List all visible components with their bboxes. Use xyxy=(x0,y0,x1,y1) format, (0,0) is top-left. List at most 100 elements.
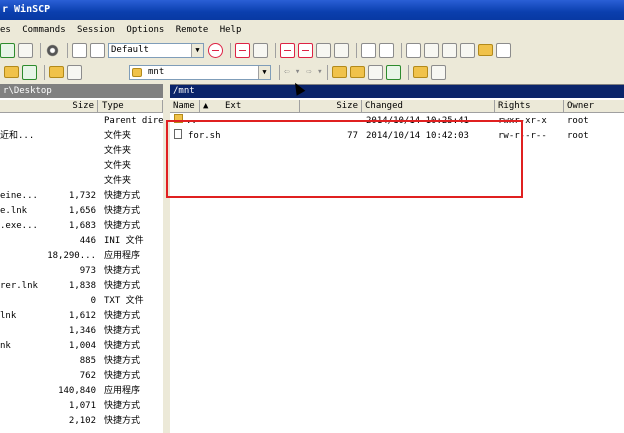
table-row[interactable]: 446 INI 文件 xyxy=(0,234,163,249)
main-toolbar: Default ▼ xyxy=(0,40,624,60)
column-ext[interactable]: Ext xyxy=(222,100,300,113)
new-folder-icon[interactable] xyxy=(478,44,493,56)
bookmark-icon[interactable] xyxy=(412,66,428,78)
file-type: 快捷方式 xyxy=(104,191,141,201)
file-type: 文件夹 xyxy=(104,161,132,171)
reload-icon[interactable] xyxy=(334,42,349,58)
refresh-remote-icon[interactable] xyxy=(385,64,401,80)
menu-item-commands[interactable]: Commands xyxy=(22,25,65,35)
column-changed[interactable]: Changed xyxy=(362,100,495,113)
window-title: r WinSCP xyxy=(2,4,51,15)
table-row[interactable]: 近和... 文件夹 xyxy=(0,129,163,144)
file-type: 快捷方式 xyxy=(104,281,141,291)
add-icon[interactable] xyxy=(235,42,250,58)
file-size: 885 xyxy=(79,356,96,366)
table-row[interactable]: e.lnk 1,656 快捷方式 xyxy=(0,204,163,219)
column-name[interactable]: Name xyxy=(170,100,200,113)
column-size[interactable]: Size xyxy=(0,100,98,113)
rename-icon[interactable] xyxy=(442,42,457,58)
parent-folder-icon[interactable] xyxy=(4,66,19,78)
file-type: 文件夹 xyxy=(104,176,132,186)
remote-location-select[interactable]: mnt ▼ xyxy=(129,64,271,80)
file-size: 1,071 xyxy=(68,401,96,411)
remove-icon[interactable] xyxy=(253,42,268,58)
chevron-down-icon[interactable]: ▼ xyxy=(258,65,270,79)
file-size: 1,683 xyxy=(68,221,96,231)
toolbar-separator xyxy=(356,42,357,58)
menu-item-sessions[interactable]: es xyxy=(0,25,11,35)
copy-options-icon[interactable] xyxy=(90,42,105,58)
edit-icon[interactable] xyxy=(406,42,421,58)
back-icon[interactable]: ⇦ ▾ xyxy=(284,67,300,77)
chevron-down-icon[interactable]: ▼ xyxy=(191,43,203,57)
table-row[interactable]: 885 快捷方式 xyxy=(0,354,163,369)
table-row[interactable]: .exe... 1,683 快捷方式 xyxy=(0,219,163,234)
file-owner: root xyxy=(567,116,589,126)
table-row[interactable]: 文件夹 xyxy=(0,144,163,159)
transfer-profile-value: Default xyxy=(111,45,149,55)
table-row[interactable]: lnk 1,612 快捷方式 xyxy=(0,309,163,324)
file-type: 应用程序 xyxy=(104,386,141,396)
column-owner[interactable]: Owner xyxy=(564,100,624,113)
open-icon[interactable] xyxy=(424,42,439,58)
table-row[interactable]: 2,102 快捷方式 xyxy=(0,414,163,429)
refresh-local-icon[interactable] xyxy=(22,64,37,80)
toolbar-separator xyxy=(40,42,41,58)
globe-icon[interactable] xyxy=(208,42,223,58)
menu-item-options[interactable]: Options xyxy=(126,25,164,35)
file-type: 快捷方式 xyxy=(104,356,141,366)
file-type: 文件夹 xyxy=(104,146,132,156)
home-directory-icon[interactable] xyxy=(367,64,383,80)
stop-icon[interactable] xyxy=(316,42,331,58)
annotation-highlight-box xyxy=(166,120,523,198)
file-type: 快捷方式 xyxy=(104,416,141,426)
pane-toolbar: mnt ▼ ⇦ ▾ ⇨ ▾ xyxy=(0,62,624,82)
root-directory-icon[interactable] xyxy=(349,66,365,78)
forward-icon[interactable]: ⇨ ▾ xyxy=(306,67,322,77)
filter-icon[interactable] xyxy=(280,42,295,58)
find-icon[interactable] xyxy=(430,64,446,80)
table-row[interactable]: 973 快捷方式 xyxy=(0,264,163,279)
open-folder-icon[interactable] xyxy=(49,66,64,78)
column-rights[interactable]: Rights xyxy=(495,100,564,113)
table-row[interactable]: 18,290... 应用程序 xyxy=(0,249,163,264)
preferences-icon[interactable] xyxy=(72,42,87,58)
toolbar-separator xyxy=(279,64,280,80)
parent-directory-icon[interactable] xyxy=(331,66,347,78)
file-type: 快捷方式 xyxy=(104,221,141,231)
local-path: r\Desktop xyxy=(0,85,163,98)
copy-icon[interactable] xyxy=(361,42,376,58)
table-row[interactable]: 140,840 应用程序 xyxy=(0,384,163,399)
folder-icon xyxy=(132,67,142,77)
table-row[interactable]: eine... 1,732 快捷方式 xyxy=(0,189,163,204)
gear-icon[interactable] xyxy=(45,42,60,58)
toolbar-separator xyxy=(275,42,276,58)
menu-item-help[interactable]: Help xyxy=(220,25,242,35)
file-owner: root xyxy=(567,131,589,141)
menu-item-session[interactable]: Session xyxy=(77,25,115,35)
properties-icon[interactable] xyxy=(496,42,511,58)
table-row[interactable]: rer.lnk 1,838 快捷方式 xyxy=(0,279,163,294)
file-size: 1,732 xyxy=(68,191,96,201)
file-type: INI 文件 xyxy=(104,236,144,246)
refresh-icon[interactable] xyxy=(298,42,313,58)
table-row[interactable]: 0 TXT 文件 xyxy=(0,294,163,309)
file-size: 446 xyxy=(79,236,96,246)
column-type[interactable]: Type xyxy=(99,100,163,113)
column-size[interactable]: Size xyxy=(300,100,362,113)
table-row[interactable]: 1,071 快捷方式 xyxy=(0,399,163,414)
table-row[interactable]: 文件夹 xyxy=(0,174,163,189)
transfer-profile-select[interactable]: Default ▼ xyxy=(108,42,204,58)
delete-icon[interactable] xyxy=(460,42,475,58)
table-row[interactable]: nk 1,004 快捷方式 xyxy=(0,339,163,354)
synchronize-icon[interactable] xyxy=(0,42,15,58)
table-row[interactable]: 文件夹 xyxy=(0,159,163,174)
queue-icon[interactable] xyxy=(18,42,33,58)
tree-icon[interactable] xyxy=(67,64,82,80)
table-row[interactable]: 1,346 快捷方式 xyxy=(0,324,163,339)
file-size: 762 xyxy=(79,371,96,381)
table-row[interactable]: Parent dire xyxy=(0,114,163,129)
menu-item-remote[interactable]: Remote xyxy=(176,25,209,35)
move-icon[interactable] xyxy=(379,42,394,58)
table-row[interactable]: 762 快捷方式 xyxy=(0,369,163,384)
